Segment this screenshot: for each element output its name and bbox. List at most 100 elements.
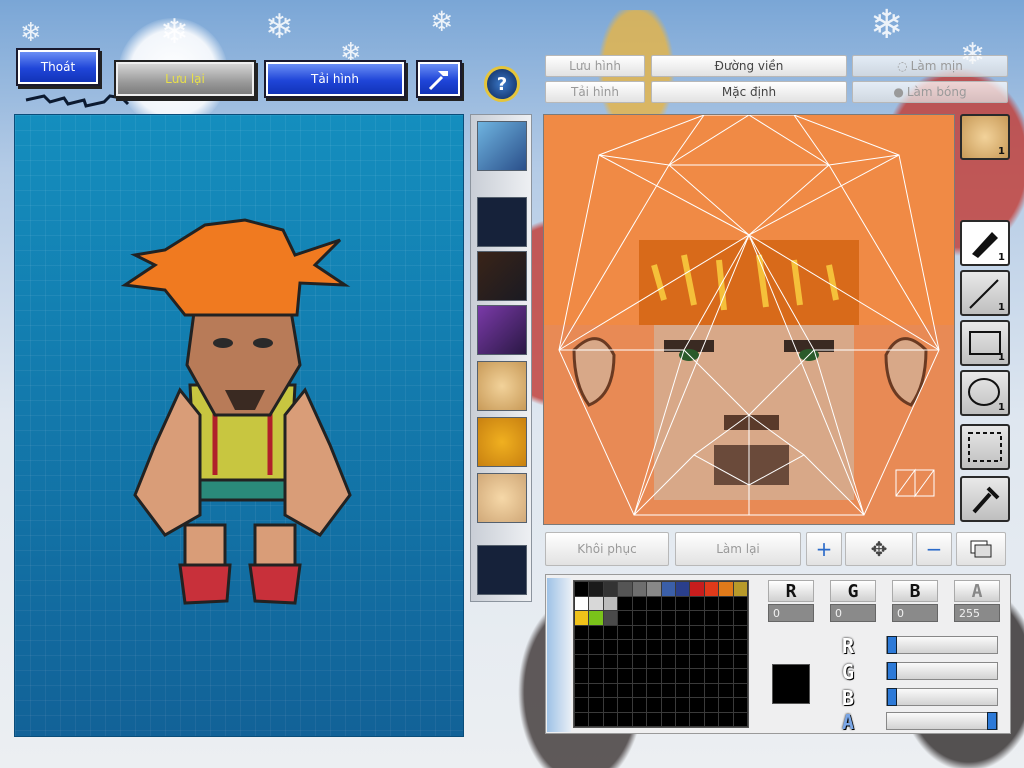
palette-color-cell[interactable] <box>588 697 604 713</box>
palette-color-cell[interactable] <box>674 581 691 597</box>
palette-color-cell[interactable] <box>674 697 691 713</box>
palette-color-cell[interactable] <box>674 639 691 655</box>
palette-color-cell[interactable] <box>588 581 604 597</box>
hair-slot[interactable] <box>477 251 527 301</box>
palette-color-cell[interactable] <box>646 668 662 684</box>
palette-color-cell[interactable] <box>732 639 749 655</box>
red-slider[interactable] <box>886 636 998 654</box>
palette-color-cell[interactable] <box>588 668 604 684</box>
palette-color-cell[interactable] <box>573 639 590 655</box>
palette-color-cell[interactable] <box>689 610 705 626</box>
palette-color-cell[interactable] <box>689 711 705 727</box>
palette-color-cell[interactable] <box>631 581 648 597</box>
green-slider[interactable] <box>886 662 998 680</box>
palette-color-cell[interactable] <box>660 610 676 626</box>
palette-color-cell[interactable] <box>660 697 676 713</box>
palette-color-cell[interactable] <box>631 610 648 626</box>
palette-color-cell[interactable] <box>646 581 662 597</box>
palette-color-cell[interactable] <box>660 639 676 655</box>
palette-page-tabs[interactable] <box>547 578 571 732</box>
palette-color-cell[interactable] <box>703 581 720 597</box>
save-image-tab[interactable]: Lưu hình <box>545 55 645 77</box>
palette-color-cell[interactable] <box>646 595 662 611</box>
palette-color-cell[interactable] <box>617 639 633 655</box>
palette-color-cell[interactable] <box>718 711 734 727</box>
palette-color-cell[interactable] <box>732 668 749 684</box>
palette-color-cell[interactable] <box>703 711 720 727</box>
palette-color-cell[interactable] <box>732 711 749 727</box>
palette-color-cell[interactable] <box>602 639 619 655</box>
palette-color-cell[interactable] <box>703 697 720 713</box>
green-value-field[interactable]: 0 <box>830 604 876 622</box>
exit-button[interactable]: Thoát <box>18 50 98 84</box>
empty-slot[interactable] <box>477 545 527 595</box>
blue-value-field[interactable]: 0 <box>892 604 938 622</box>
palette-color-cell[interactable] <box>602 595 619 611</box>
palette-color-cell[interactable] <box>703 624 720 640</box>
palette-color-cell[interactable] <box>718 639 734 655</box>
palette-color-cell[interactable] <box>689 639 705 655</box>
palette-color-cell[interactable] <box>732 610 749 626</box>
palette-color-cell[interactable] <box>617 668 633 684</box>
palette-color-cell[interactable] <box>660 711 676 727</box>
zoom-out-button[interactable]: − <box>916 532 952 566</box>
empty-slot[interactable] <box>477 197 527 247</box>
palette-color-cell[interactable] <box>602 624 619 640</box>
palette-color-cell[interactable] <box>703 653 720 669</box>
line-tool[interactable]: 1 <box>960 270 1010 316</box>
palette-color-cell[interactable] <box>689 595 705 611</box>
eyedropper-tool[interactable] <box>960 476 1010 522</box>
palette-color-cell[interactable] <box>689 581 705 597</box>
palette-color-cell[interactable] <box>617 581 633 597</box>
palette-color-cell[interactable] <box>646 711 662 727</box>
palette-color-cell[interactable] <box>573 610 590 626</box>
palette-color-cell[interactable] <box>588 595 604 611</box>
palette-color-cell[interactable] <box>689 624 705 640</box>
palette-color-cell[interactable] <box>718 595 734 611</box>
palette-color-cell[interactable] <box>617 697 633 713</box>
palette-color-cell[interactable] <box>660 668 676 684</box>
palette-color-cell[interactable] <box>674 653 691 669</box>
palette-color-cell[interactable] <box>674 610 691 626</box>
move-button[interactable]: ✥ <box>845 532 913 566</box>
red-slider-thumb[interactable] <box>887 636 897 654</box>
alpha-slider[interactable] <box>886 712 998 730</box>
palette-color-cell[interactable] <box>631 595 648 611</box>
redo-button[interactable]: Làm lại <box>675 532 801 566</box>
palette-color-cell[interactable] <box>602 610 619 626</box>
load-image-tab[interactable]: Tải hình <box>545 81 645 103</box>
smooth-tab[interactable]: ◌ Làm mịn <box>852 55 1008 77</box>
palette-color-cell[interactable] <box>674 595 691 611</box>
palette-color-cell[interactable] <box>588 639 604 655</box>
palette-color-cell[interactable] <box>573 697 590 713</box>
palette-color-cell[interactable] <box>674 668 691 684</box>
palette-color-cell[interactable] <box>631 711 648 727</box>
palette-color-cell[interactable] <box>573 668 590 684</box>
palette-color-cell[interactable] <box>646 697 662 713</box>
palette-color-cell[interactable] <box>718 581 734 597</box>
palette-color-cell[interactable] <box>573 653 590 669</box>
palette-color-cell[interactable] <box>718 610 734 626</box>
palette-color-cell[interactable] <box>732 624 749 640</box>
palette-color-cell[interactable] <box>646 682 662 698</box>
palette-color-cell[interactable] <box>602 581 619 597</box>
texture-editor-canvas[interactable] <box>543 114 955 525</box>
palette-color-cell[interactable] <box>617 711 633 727</box>
outline-tab[interactable]: Đường viền <box>651 55 847 77</box>
palette-color-cell[interactable] <box>588 682 604 698</box>
palette-color-cell[interactable] <box>646 624 662 640</box>
palette-color-cell[interactable] <box>718 668 734 684</box>
palette-color-cell[interactable] <box>588 653 604 669</box>
palette-color-cell[interactable] <box>660 581 676 597</box>
palette-color-cell[interactable] <box>602 711 619 727</box>
palette-color-cell[interactable] <box>602 697 619 713</box>
palette-color-cell[interactable] <box>646 639 662 655</box>
palette-color-cell[interactable] <box>573 595 590 611</box>
blue-slider-thumb[interactable] <box>887 688 897 706</box>
portrait-tool[interactable]: 1 <box>960 114 1010 160</box>
palette-color-cell[interactable] <box>718 682 734 698</box>
shade-tab[interactable]: ● Làm bóng <box>852 81 1008 103</box>
restore-button[interactable]: Khôi phục <box>545 532 669 566</box>
palette-color-cell[interactable] <box>617 624 633 640</box>
hat-slot[interactable] <box>477 121 527 171</box>
